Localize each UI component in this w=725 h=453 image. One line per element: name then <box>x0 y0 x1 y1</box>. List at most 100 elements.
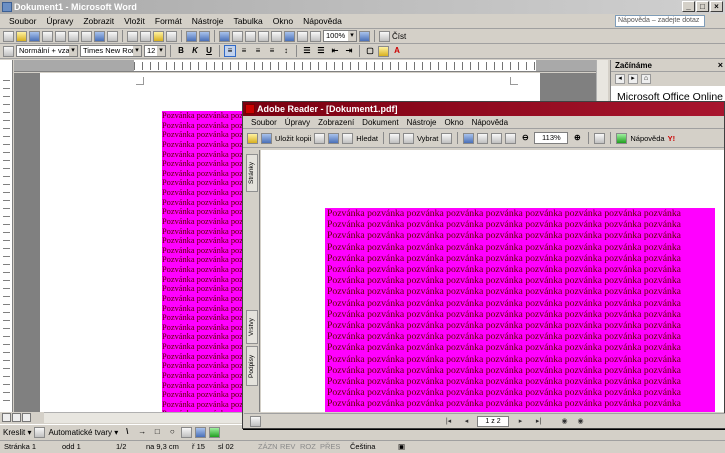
previous-page-icon[interactable]: ◂ <box>462 417 471 426</box>
zoom-in-icon[interactable]: ⊕ <box>571 132 583 144</box>
wordart-icon[interactable] <box>195 426 207 438</box>
snapshot-icon[interactable] <box>441 132 453 144</box>
style-select[interactable]: Normální + vzad <box>16 45 78 57</box>
select-objects-icon[interactable] <box>34 426 46 438</box>
menu-format[interactable]: Formát <box>150 16 187 26</box>
cut-icon[interactable] <box>127 30 138 42</box>
print-view-icon[interactable] <box>22 413 31 422</box>
bold-button[interactable]: B <box>175 45 187 57</box>
underline-button[interactable]: U <box>203 45 215 57</box>
show-hide-icon[interactable] <box>310 30 321 42</box>
word-titlebar[interactable]: Dokument1 - Microsoft Word _ □ × <box>0 0 725 14</box>
reader-search-icon[interactable] <box>342 132 354 144</box>
format-painter-icon[interactable] <box>166 30 177 42</box>
line-spacing-icon[interactable]: ↕ <box>280 45 292 57</box>
minimize-icon[interactable]: _ <box>682 1 695 12</box>
menu-soubor[interactable]: Soubor <box>4 16 41 26</box>
reader-menu-napoveda[interactable]: Nápověda <box>468 118 512 127</box>
page-number-input[interactable]: 1 z 2 <box>477 416 509 427</box>
email-icon[interactable] <box>55 30 66 42</box>
reader-document-view[interactable]: Pozvánka pozvánka pozvánka pozvánka pozv… <box>261 150 724 412</box>
forward-icon[interactable]: ▸ <box>628 74 638 84</box>
font-size-select[interactable]: 12 <box>144 45 166 57</box>
previous-view-icon[interactable]: ◉ <box>560 417 569 426</box>
select-button[interactable]: Vybrat <box>417 134 438 143</box>
menu-upravy[interactable]: Úpravy <box>41 16 78 26</box>
status-rec[interactable]: ZÁZN <box>258 442 278 451</box>
increase-indent-icon[interactable]: ⇥ <box>343 45 355 57</box>
rotate-icon[interactable] <box>594 132 606 144</box>
research-icon[interactable] <box>107 30 118 42</box>
reader-menu-zobrazeni[interactable]: Zobrazení <box>314 118 358 127</box>
columns-icon[interactable] <box>271 30 282 42</box>
menu-nastroje[interactable]: Nástroje <box>187 16 229 26</box>
reader-document-text[interactable]: Pozvánka pozvánka pozvánka pozvánka pozv… <box>325 208 715 412</box>
print-preview-icon[interactable] <box>81 30 92 42</box>
highlight-icon[interactable] <box>378 45 389 57</box>
signatures-tab[interactable]: Podpisy <box>246 346 258 386</box>
numbering-icon[interactable]: ☰ <box>301 45 313 57</box>
next-page-icon[interactable]: ▸ <box>516 417 525 426</box>
zoom-out-icon[interactable]: ⊖ <box>519 132 531 144</box>
help-button[interactable]: Nápověda <box>630 134 664 143</box>
page-layout-icon[interactable] <box>250 416 261 427</box>
actual-size-icon[interactable] <box>477 132 489 144</box>
borders-icon[interactable]: ▢ <box>364 45 376 57</box>
pages-tab[interactable]: Stránky <box>246 154 258 192</box>
decrease-indent-icon[interactable]: ⇤ <box>329 45 341 57</box>
status-ext[interactable]: ROZ <box>300 442 316 451</box>
menu-okno[interactable]: Okno <box>268 16 298 26</box>
task-pane-close-icon[interactable]: × <box>718 61 723 70</box>
fit-width-icon[interactable] <box>505 132 517 144</box>
align-center-icon[interactable]: ≡ <box>238 45 250 57</box>
normal-view-icon[interactable] <box>2 413 11 422</box>
paste-icon[interactable] <box>153 30 164 42</box>
reader-menu-soubor[interactable]: Soubor <box>247 118 281 127</box>
read-icon[interactable] <box>379 30 390 42</box>
undo-icon[interactable] <box>186 30 197 42</box>
insert-table-icon[interactable] <box>245 30 256 42</box>
reader-open-icon[interactable] <box>247 132 258 144</box>
horizontal-ruler[interactable] <box>14 60 606 72</box>
draw-menu[interactable]: Kreslit ▾ <box>3 428 31 437</box>
reader-app-icon[interactable] <box>245 104 255 114</box>
status-ovr[interactable]: PŘES <box>320 442 340 451</box>
zoom-select[interactable]: 100% <box>323 30 357 42</box>
permission-icon[interactable] <box>42 30 53 42</box>
insert-excel-icon[interactable] <box>258 30 269 42</box>
font-color-icon[interactable]: A <box>391 45 403 57</box>
back-icon[interactable]: ◂ <box>615 74 625 84</box>
maximize-icon[interactable]: □ <box>696 1 709 12</box>
status-rev[interactable]: REV <box>280 442 295 451</box>
copy-icon[interactable] <box>140 30 151 42</box>
new-document-icon[interactable] <box>3 30 14 42</box>
reader-save-icon[interactable] <box>261 132 272 144</box>
read-button-label[interactable]: Číst <box>392 32 406 41</box>
italic-button[interactable]: K <box>189 45 201 57</box>
print-icon[interactable] <box>68 30 79 42</box>
web-view-icon[interactable] <box>12 413 21 422</box>
close-icon[interactable]: × <box>710 1 723 12</box>
tables-borders-icon[interactable] <box>232 30 243 42</box>
select-tool-icon[interactable] <box>402 132 414 144</box>
menu-napoveda[interactable]: Nápověda <box>298 16 347 26</box>
reader-help-icon[interactable] <box>616 132 628 144</box>
align-left-icon[interactable]: ≡ <box>224 45 236 57</box>
last-page-icon[interactable]: ▸| <box>534 417 543 426</box>
layers-tab[interactable]: Vrstvy <box>246 310 258 344</box>
arrow-tool-icon[interactable]: → <box>136 426 148 438</box>
open-icon[interactable] <box>16 30 27 42</box>
fit-page-icon[interactable] <box>491 132 503 144</box>
drawing-icon[interactable] <box>284 30 295 42</box>
reader-zoom-select[interactable]: 113% <box>534 132 569 144</box>
reader-email-icon[interactable] <box>328 132 340 144</box>
menu-tabulka[interactable]: Tabulka <box>228 16 267 26</box>
save-copy-button[interactable]: Uložit kopii <box>275 134 311 143</box>
reader-print-icon[interactable] <box>314 132 326 144</box>
styles-icon[interactable] <box>3 45 14 57</box>
first-page-icon[interactable]: |◂ <box>444 417 453 426</box>
reader-menu-upravy[interactable]: Úpravy <box>281 118 314 127</box>
justify-icon[interactable]: ≡ <box>266 45 278 57</box>
textbox-icon[interactable] <box>181 426 193 438</box>
spelling-icon[interactable] <box>94 30 105 42</box>
